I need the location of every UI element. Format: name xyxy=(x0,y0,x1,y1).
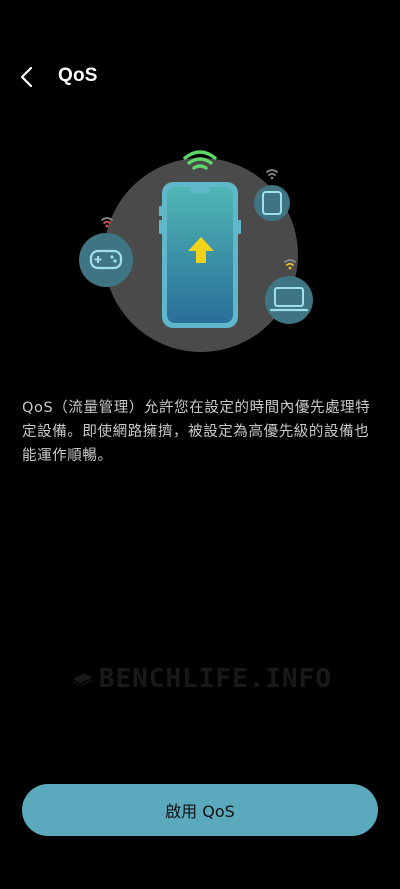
chevron-left-icon xyxy=(20,66,33,88)
back-button[interactable] xyxy=(10,60,44,94)
gamepad-bubble xyxy=(79,233,133,287)
qos-description: QoS（流量管理）允許您在設定的時間內優先處理特定設備。即使網路擁擠，被設定為高… xyxy=(22,400,371,464)
qos-illustration xyxy=(70,140,330,360)
watermark-text: BENCHLIFE.INFO xyxy=(98,664,332,694)
header-bar: QoS xyxy=(0,52,400,102)
tablet-bubble xyxy=(254,185,290,221)
enable-qos-button[interactable]: 啟用 QoS xyxy=(22,784,378,836)
page-title: QoS xyxy=(58,65,98,86)
wifi-icon xyxy=(266,169,278,180)
watermark-logo-icon xyxy=(72,673,92,687)
laptop-bubble xyxy=(265,276,313,324)
watermark: BENCHLIFE.INFO xyxy=(72,656,332,702)
